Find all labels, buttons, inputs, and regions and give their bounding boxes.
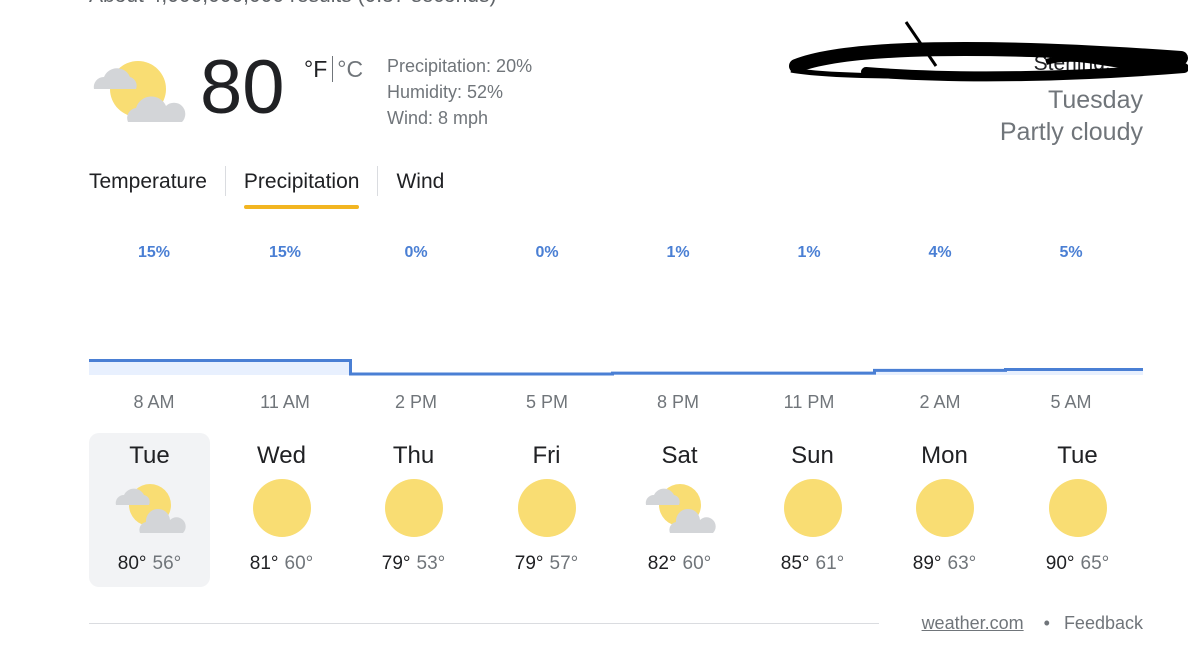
unit-celsius[interactable]: °C bbox=[337, 56, 363, 82]
forecast-temps: 82° 60° bbox=[619, 553, 740, 575]
tab-precipitation[interactable]: Precipitation bbox=[243, 166, 359, 209]
time-label: 11 AM bbox=[260, 392, 310, 412]
time-label: 8 PM bbox=[656, 392, 699, 412]
forecast-temps: 79° 53° bbox=[353, 553, 474, 575]
forecast-day[interactable]: Mon 89° 63° bbox=[884, 433, 1005, 587]
high-temp: 79° bbox=[381, 553, 411, 574]
forecast-day-name: Mon bbox=[921, 442, 968, 469]
forecast-day-name: Fri bbox=[532, 442, 561, 469]
footer-divider bbox=[89, 623, 879, 624]
sunny-icon bbox=[384, 479, 443, 537]
weather-tabs: Temperature Precipitation Wind bbox=[89, 166, 444, 209]
sunny-icon bbox=[517, 479, 576, 537]
low-temp: 60° bbox=[682, 553, 712, 574]
sunny-icon bbox=[915, 479, 974, 537]
high-temp: 79° bbox=[514, 553, 544, 574]
forecast-temps: 90° 65° bbox=[1017, 553, 1138, 575]
forecast-day-name: Tue bbox=[1057, 442, 1098, 469]
forecast-temps: 79° 57° bbox=[486, 553, 607, 575]
time-label: 2 AM bbox=[919, 392, 961, 412]
forecast-day-name: Tue bbox=[129, 442, 170, 469]
footer: weather.com • Feedback bbox=[922, 613, 1143, 634]
wind-detail: Wind: 8 mph bbox=[387, 108, 489, 128]
forecast-day[interactable]: Wed 81° 60° bbox=[221, 433, 342, 587]
precipitation-line bbox=[89, 359, 1143, 376]
sunny-icon bbox=[1048, 479, 1107, 537]
high-temp: 80° bbox=[117, 553, 147, 574]
weather-details: Precipitation: 20% Humidity: 52% Wind: 8… bbox=[387, 53, 532, 131]
time-label: 8 AM bbox=[133, 392, 175, 412]
precip-area bbox=[89, 360, 220, 375]
precipitation-chart: 15% 15% 0% 0% 1% 1% 4% 5% bbox=[89, 230, 1143, 380]
low-temp: 65° bbox=[1080, 553, 1110, 574]
forecast-temps: 81° 60° bbox=[221, 553, 342, 575]
current-condition: Partly cloudy bbox=[999, 118, 1143, 146]
forecast-day-name: Thu bbox=[392, 442, 435, 469]
current-temperature: 80 bbox=[200, 45, 285, 130]
low-temp: 57° bbox=[549, 553, 579, 574]
source-link[interactable]: weather.com bbox=[922, 613, 1024, 633]
tab-divider bbox=[377, 166, 379, 196]
forecast-day[interactable]: Tue 90° 65° bbox=[1017, 433, 1138, 587]
time-label: 5 PM bbox=[525, 392, 568, 412]
forecast-day[interactable]: Thu 79° 53° bbox=[353, 433, 474, 587]
feedback-link[interactable]: Feedback bbox=[1064, 613, 1143, 633]
unit-fahrenheit[interactable]: °F bbox=[304, 56, 327, 82]
low-temp: 53° bbox=[416, 553, 446, 574]
forecast-day[interactable]: Fri 79° 57° bbox=[486, 433, 607, 587]
high-temp: 81° bbox=[249, 553, 279, 574]
low-temp: 60° bbox=[284, 553, 314, 574]
forecast-day-name: Sat bbox=[661, 442, 698, 469]
high-temp: 85° bbox=[780, 553, 810, 574]
unit-separator bbox=[332, 56, 334, 82]
time-label: 2 PM bbox=[394, 392, 437, 412]
daily-forecast: Tue 80° 56° Wed 81° 60° Thu 79° 53° Fri 79°… bbox=[89, 433, 1143, 587]
high-temp: 89° bbox=[912, 553, 942, 574]
high-temp: 82° bbox=[647, 553, 677, 574]
forecast-day-name: Wed bbox=[257, 442, 306, 469]
low-temp: 56° bbox=[152, 553, 182, 574]
partly-cloudy-icon bbox=[645, 484, 716, 533]
forecast-day[interactable]: Tue 80° 56° bbox=[89, 433, 210, 587]
sunny-icon bbox=[783, 479, 842, 537]
unit-toggle: °F °C bbox=[304, 56, 363, 83]
sunny-icon bbox=[252, 479, 311, 537]
high-temp: 90° bbox=[1045, 553, 1075, 574]
hourly-times: 8 AM 11 AM 2 PM 5 PM 8 PM 11 PM 2 AM 5 A… bbox=[89, 392, 1143, 416]
time-label: 11 PM bbox=[783, 392, 835, 412]
low-temp: 63° bbox=[947, 553, 977, 574]
tab-temperature[interactable]: Temperature bbox=[89, 166, 207, 204]
forecast-temps: 80° 56° bbox=[89, 553, 210, 575]
precipitation-detail: Precipitation: 20% bbox=[387, 56, 533, 76]
tab-divider bbox=[224, 166, 226, 196]
current-day: Tuesday bbox=[1048, 86, 1143, 114]
precip-area bbox=[219, 360, 351, 375]
partly-cloudy-icon bbox=[115, 484, 186, 533]
footer-separator: • bbox=[1043, 613, 1050, 633]
tab-wind[interactable]: Wind bbox=[396, 166, 444, 204]
humidity-detail: Humidity: 52% bbox=[387, 82, 504, 102]
forecast-temps: 85° 61° bbox=[752, 553, 873, 575]
partly-cloudy-icon bbox=[93, 61, 186, 122]
forecast-temps: 89° 63° bbox=[884, 553, 1005, 575]
results-count: About 4,000,000,000 results (0.37 second… bbox=[89, 0, 496, 8]
time-label: 5 AM bbox=[1050, 392, 1092, 412]
forecast-day[interactable]: Sat 82° 60° bbox=[619, 433, 740, 587]
forecast-day-name: Sun bbox=[791, 442, 834, 469]
low-temp: 61° bbox=[815, 553, 845, 574]
forecast-day[interactable]: Sun 85° 61° bbox=[752, 433, 873, 587]
